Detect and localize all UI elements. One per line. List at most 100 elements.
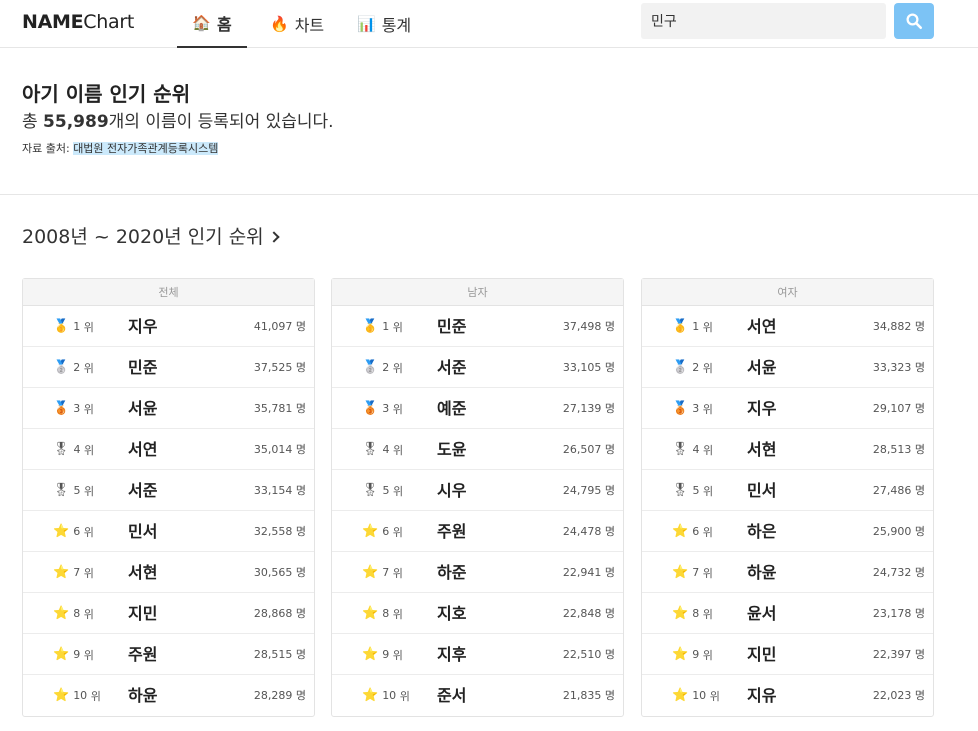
- rank-cell: 🥈 2 위: [362, 347, 403, 388]
- ranking-row[interactable]: ⭐ 8 위 지민 28,868 명: [23, 593, 314, 634]
- baby-name[interactable]: 민서: [128, 511, 157, 552]
- site-logo[interactable]: NAMEChart: [22, 10, 134, 34]
- baby-name[interactable]: 민준: [437, 306, 466, 347]
- baby-name[interactable]: 하은: [747, 511, 776, 552]
- ranking-section-title[interactable]: 2008년 ~ 2020년 인기 순위: [22, 224, 280, 250]
- count-value: 27,139: [562, 402, 602, 415]
- medal-icon: 🥉: [362, 401, 379, 416]
- search-button[interactable]: [894, 3, 934, 39]
- name-count: 26,507 명: [563, 429, 615, 470]
- tab-home[interactable]: 🏠 홈: [177, 0, 247, 48]
- baby-name[interactable]: 예준: [437, 388, 466, 429]
- ranking-row[interactable]: ⭐ 9 위 주원 28,515 명: [23, 634, 314, 675]
- ranking-row[interactable]: ⭐ 7 위 하준 22,941 명: [332, 552, 623, 593]
- rank-number: 10: [382, 689, 397, 702]
- baby-name[interactable]: 하준: [437, 552, 466, 593]
- baby-name[interactable]: 서현: [128, 552, 157, 593]
- baby-name[interactable]: 지후: [437, 634, 466, 675]
- rank-number: 5: [382, 484, 390, 497]
- rank-number: 2: [73, 361, 81, 374]
- ranking-row[interactable]: 🥈 2 위 서준 33,105 명: [332, 347, 623, 388]
- baby-name[interactable]: 하윤: [747, 552, 776, 593]
- source-link[interactable]: 대법원 전자가족관계등록시스템: [73, 142, 219, 155]
- baby-name[interactable]: 민준: [128, 347, 157, 388]
- medal-icon: ⭐: [672, 524, 689, 539]
- tab-stats[interactable]: 📊 통계: [357, 0, 411, 48]
- ranking-row[interactable]: ⭐ 10 위 지유 22,023 명: [642, 675, 933, 716]
- rank-number: 9: [73, 648, 81, 661]
- rank-cell: ⭐ 9 위: [362, 634, 403, 675]
- ranking-row[interactable]: 🎖 4 위 도윤 26,507 명: [332, 429, 623, 470]
- medal-icon: ⭐: [672, 565, 689, 580]
- ranking-row[interactable]: 🥉 3 위 예준 27,139 명: [332, 388, 623, 429]
- baby-name[interactable]: 주원: [437, 511, 466, 552]
- medal-icon: 🥇: [362, 319, 379, 334]
- baby-name[interactable]: 지민: [747, 634, 776, 675]
- baby-name[interactable]: 윤서: [747, 593, 776, 634]
- ranking-row[interactable]: 🎖 4 위 서연 35,014 명: [23, 429, 314, 470]
- medal-icon: ⭐: [53, 565, 70, 580]
- ranking-row[interactable]: ⭐ 8 위 윤서 23,178 명: [642, 593, 933, 634]
- baby-name[interactable]: 서윤: [747, 347, 776, 388]
- ranking-row[interactable]: 🥇 1 위 민준 37,498 명: [332, 306, 623, 347]
- ranking-row[interactable]: ⭐ 6 위 민서 32,558 명: [23, 511, 314, 552]
- ranking-row[interactable]: 🥉 3 위 지우 29,107 명: [642, 388, 933, 429]
- ranking-row[interactable]: 🥇 1 위 지우 41,097 명: [23, 306, 314, 347]
- baby-name[interactable]: 지우: [747, 388, 776, 429]
- baby-name[interactable]: 지호: [437, 593, 466, 634]
- ranking-row[interactable]: 🎖 4 위 서현 28,513 명: [642, 429, 933, 470]
- baby-name[interactable]: 지민: [128, 593, 157, 634]
- ranking-row[interactable]: ⭐ 6 위 하은 25,900 명: [642, 511, 933, 552]
- rank-suffix: 위: [392, 525, 403, 539]
- baby-name[interactable]: 서준: [128, 470, 157, 511]
- baby-name[interactable]: 시우: [437, 470, 466, 511]
- count-value: 37,525: [253, 361, 293, 374]
- intro-section: 아기 이름 인기 순위 총 55,989개의 이름이 등록되어 있습니다. 자료…: [22, 80, 334, 157]
- ranking-row[interactable]: 🥈 2 위 민준 37,525 명: [23, 347, 314, 388]
- count-value: 22,397: [872, 648, 912, 661]
- rank-cell: ⭐ 8 위: [362, 593, 403, 634]
- ranking-row[interactable]: 🥇 1 위 서연 34,882 명: [642, 306, 933, 347]
- rank-suffix: 위: [84, 443, 95, 457]
- baby-name[interactable]: 지유: [747, 675, 776, 716]
- source-label: 자료 출처:: [22, 142, 74, 155]
- ranking-row[interactable]: ⭐ 10 위 준서 21,835 명: [332, 675, 623, 716]
- ranking-row[interactable]: ⭐ 6 위 주원 24,478 명: [332, 511, 623, 552]
- name-count: 22,023 명: [873, 675, 925, 716]
- name-count: 22,397 명: [873, 634, 925, 675]
- tab-chart[interactable]: 🔥 차트: [270, 0, 324, 48]
- ranking-row[interactable]: ⭐ 9 위 지후 22,510 명: [332, 634, 623, 675]
- rank-number: 7: [382, 566, 390, 579]
- ranking-row[interactable]: 🥈 2 위 서윤 33,323 명: [642, 347, 933, 388]
- ranking-row[interactable]: 🎖 5 위 시우 24,795 명: [332, 470, 623, 511]
- baby-name[interactable]: 주원: [128, 634, 157, 675]
- rank-number: 6: [382, 525, 390, 538]
- ranking-row[interactable]: 🎖 5 위 서준 33,154 명: [23, 470, 314, 511]
- baby-name[interactable]: 민서: [747, 470, 776, 511]
- ranking-row[interactable]: ⭐ 9 위 지민 22,397 명: [642, 634, 933, 675]
- count-value: 26,507: [562, 443, 602, 456]
- count-suffix: 명: [914, 607, 925, 620]
- baby-name[interactable]: 서현: [747, 429, 776, 470]
- medal-icon: 🥇: [53, 319, 70, 334]
- ranking-row[interactable]: 🥉 3 위 서윤 35,781 명: [23, 388, 314, 429]
- count-value: 29,107: [872, 402, 912, 415]
- baby-name[interactable]: 서준: [437, 347, 466, 388]
- baby-name[interactable]: 서윤: [128, 388, 157, 429]
- baby-name[interactable]: 준서: [437, 675, 466, 716]
- ranking-row[interactable]: ⭐ 7 위 하윤 24,732 명: [642, 552, 933, 593]
- name-count: 23,178 명: [873, 593, 925, 634]
- baby-name[interactable]: 지우: [128, 306, 157, 347]
- ranking-row[interactable]: ⭐ 8 위 지호 22,848 명: [332, 593, 623, 634]
- baby-name[interactable]: 서연: [128, 429, 157, 470]
- count-suffix: 명: [295, 402, 306, 415]
- baby-name[interactable]: 도윤: [437, 429, 466, 470]
- ranking-row[interactable]: 🎖 5 위 민서 27,486 명: [642, 470, 933, 511]
- ranking-row[interactable]: ⭐ 10 위 하윤 28,289 명: [23, 675, 314, 716]
- search-input[interactable]: [641, 3, 886, 39]
- baby-name[interactable]: 하윤: [128, 675, 157, 716]
- name-count: 37,525 명: [254, 347, 306, 388]
- baby-name[interactable]: 서연: [747, 306, 776, 347]
- count-suffix: 명: [604, 607, 615, 620]
- ranking-row[interactable]: ⭐ 7 위 서현 30,565 명: [23, 552, 314, 593]
